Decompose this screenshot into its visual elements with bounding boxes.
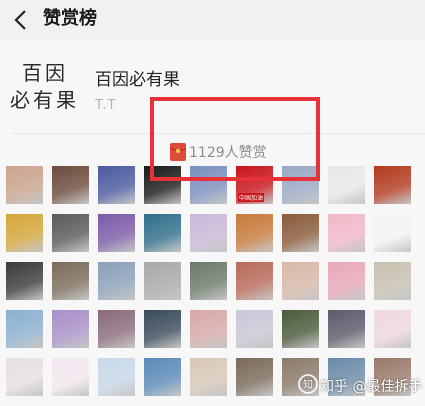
appreciation-count-text: 1129人赞赏 xyxy=(189,145,267,161)
appreciator-avatar[interactable] xyxy=(144,214,181,252)
appreciator-avatar[interactable] xyxy=(282,310,319,348)
appreciator-avatar[interactable] xyxy=(282,262,319,300)
svg-text:知: 知 xyxy=(303,378,313,391)
appreciator-avatar[interactable] xyxy=(282,166,319,204)
chevron-left-icon[interactable] xyxy=(12,9,30,31)
appreciator-avatar[interactable] xyxy=(6,262,43,300)
avatar-text-line1: 百因 xyxy=(22,61,68,85)
appreciator-avatar[interactable] xyxy=(236,214,273,252)
appreciator-avatar-grid: 中国加油 xyxy=(6,166,425,406)
appreciator-avatar[interactable] xyxy=(144,358,181,396)
appreciator-avatar[interactable] xyxy=(98,166,135,204)
page-title: 赞赏榜 xyxy=(43,8,97,29)
appreciator-avatar[interactable] xyxy=(236,358,273,396)
appreciator-avatar[interactable] xyxy=(52,166,89,204)
appreciator-avatar[interactable] xyxy=(236,310,273,348)
author-avatar[interactable]: 百因 必有果 xyxy=(10,60,84,116)
top-bar: 赞赏榜 xyxy=(0,0,425,40)
appreciator-avatar[interactable] xyxy=(236,262,273,300)
avatar-tag-text: 中国加油 xyxy=(238,193,265,202)
appreciator-avatar[interactable] xyxy=(6,310,43,348)
appreciator-avatar[interactable] xyxy=(98,214,135,252)
appreciator-avatar[interactable] xyxy=(6,166,43,204)
appreciator-avatar[interactable] xyxy=(6,214,43,252)
zhihu-icon: 知 xyxy=(298,374,318,394)
appreciator-avatar[interactable] xyxy=(190,310,227,348)
appreciator-avatar[interactable] xyxy=(374,166,411,204)
appreciator-avatar[interactable] xyxy=(190,358,227,396)
appreciator-avatar[interactable] xyxy=(328,262,365,300)
appreciator-avatar[interactable] xyxy=(52,358,89,396)
appreciator-avatar[interactable] xyxy=(6,358,43,396)
divider xyxy=(12,133,425,134)
appreciator-avatar[interactable] xyxy=(52,214,89,252)
appreciator-avatar[interactable] xyxy=(52,310,89,348)
avatar-text-line2: 必有果 xyxy=(10,88,79,112)
appreciator-avatar[interactable] xyxy=(374,262,411,300)
appreciator-avatar[interactable] xyxy=(328,310,365,348)
appreciator-avatar[interactable] xyxy=(282,214,319,252)
appreciator-avatar[interactable]: 中国加油 xyxy=(236,166,273,204)
profile-section: 百因 必有果 百因必有果 T.T xyxy=(0,40,425,136)
appreciator-avatar[interactable] xyxy=(190,166,227,204)
appreciator-avatar[interactable] xyxy=(190,262,227,300)
author-name[interactable]: 百因必有果 xyxy=(95,65,180,90)
appreciator-avatar[interactable] xyxy=(144,262,181,300)
appreciator-avatar[interactable] xyxy=(374,214,411,252)
appreciator-avatar[interactable] xyxy=(98,262,135,300)
appreciator-avatar[interactable] xyxy=(98,310,135,348)
appreciator-avatar[interactable] xyxy=(98,358,135,396)
appreciator-avatar[interactable] xyxy=(52,262,89,300)
appreciator-avatar[interactable] xyxy=(374,310,411,348)
author-subtitle: T.T xyxy=(95,98,117,113)
appreciator-avatar[interactable] xyxy=(328,166,365,204)
appreciator-avatar[interactable] xyxy=(144,166,181,204)
appreciator-avatar[interactable] xyxy=(144,310,181,348)
watermark-text: 知乎 @最佳拆手 xyxy=(320,379,423,395)
appreciator-avatar[interactable] xyxy=(328,214,365,252)
red-envelope-icon xyxy=(170,143,186,161)
appreciator-avatar[interactable] xyxy=(190,214,227,252)
